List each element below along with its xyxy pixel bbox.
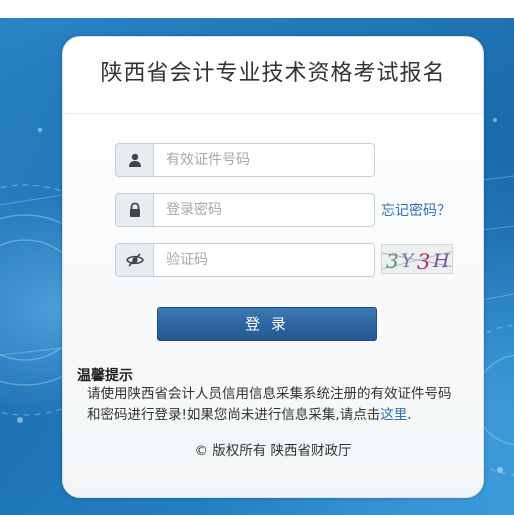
title-divider <box>63 113 483 114</box>
top-strip <box>0 0 514 18</box>
forgot-password-link[interactable]: 忘记密码？ <box>381 200 451 220</box>
tips-title: 温馨提示 <box>77 368 133 384</box>
tips-suffix: . <box>407 407 412 423</box>
login-card: 陕西省会计专业技术资格考试报名 忘记密码？ <box>62 36 484 498</box>
eye-icon <box>115 243 153 277</box>
password-input[interactable] <box>153 193 375 227</box>
captcha-image[interactable]: 3 Y 3 H <box>381 244 453 274</box>
svg-text:3: 3 <box>417 250 430 274</box>
login-button[interactable]: 登 录 <box>157 307 377 341</box>
captcha-input[interactable] <box>153 243 375 277</box>
svg-text:3: 3 <box>386 249 399 273</box>
info-collection-link[interactable]: 这里 <box>380 407 407 423</box>
page-title: 陕西省会计专业技术资格考试报名 <box>100 61 446 86</box>
svg-text:H: H <box>432 250 450 272</box>
id-number-input[interactable] <box>153 143 375 177</box>
tips-body: 请使用陕西省会计人员信用信息采集系统注册的有效证件号码和密码进行登录!如果您尚未… <box>87 384 457 426</box>
copyright-footer: © 版权所有 陕西省财政厅 <box>194 443 352 459</box>
user-icon <box>115 143 153 177</box>
lock-icon <box>115 193 153 227</box>
